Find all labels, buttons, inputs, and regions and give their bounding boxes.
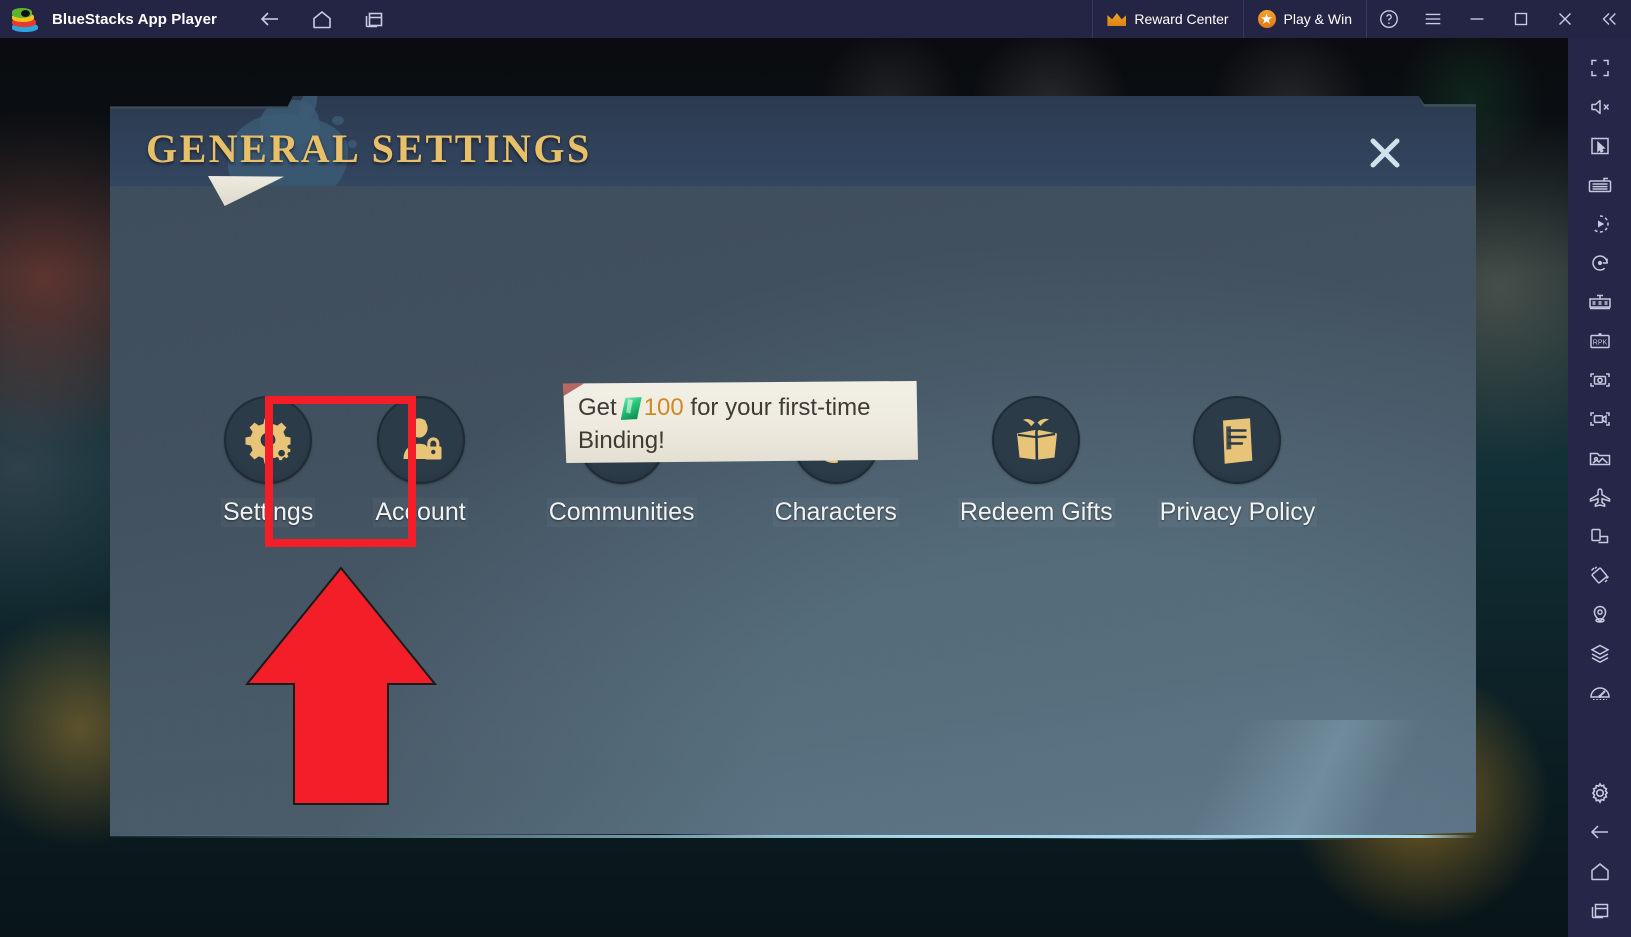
bluestacks-sidebar: RPK bbox=[1568, 38, 1631, 937]
red-up-arrow bbox=[244, 566, 438, 806]
close-icon[interactable] bbox=[1543, 0, 1587, 38]
menu-item-settings[interactable]: Settings bbox=[221, 396, 315, 527]
first-time-binding-tooltip: Get 100 for your first-time Binding! bbox=[563, 381, 918, 463]
reward-center-label: Reward Center bbox=[1134, 11, 1229, 27]
tooltip-text: Get 100 for your first-time Binding! bbox=[578, 391, 910, 457]
sidebar-location[interactable] bbox=[1568, 594, 1631, 633]
sidebar-record[interactable] bbox=[1568, 399, 1631, 438]
sidebar-media-manager[interactable] bbox=[1568, 438, 1631, 477]
play-and-win-button[interactable]: Play & Win bbox=[1244, 0, 1366, 38]
home-icon[interactable] bbox=[309, 6, 335, 32]
back-arrow-icon[interactable] bbox=[257, 6, 283, 32]
reward-center-button[interactable]: Reward Center bbox=[1093, 0, 1242, 38]
ink-splash-decoration bbox=[295, 96, 321, 124]
menu-label: Settings bbox=[223, 498, 314, 526]
sidebar-mute[interactable] bbox=[1568, 87, 1631, 126]
hamburger-menu-icon[interactable] bbox=[1411, 0, 1455, 38]
sidebar-macro[interactable] bbox=[1568, 204, 1631, 243]
close-x-icon[interactable] bbox=[1362, 130, 1408, 176]
titlebar-nav bbox=[257, 6, 387, 32]
sidebar-keymapping[interactable] bbox=[1568, 165, 1631, 204]
menu-label: Account bbox=[375, 498, 466, 526]
sidebar-layers[interactable] bbox=[1568, 633, 1631, 672]
ink-splash-decoration bbox=[332, 116, 344, 125]
account-lock-icon bbox=[376, 396, 465, 484]
double-chevron-left-icon[interactable] bbox=[1587, 0, 1631, 38]
sidebar-rotate-screen[interactable] bbox=[1568, 516, 1631, 555]
sidebar-fullscreen[interactable] bbox=[1568, 48, 1631, 87]
menu-item-privacy-policy[interactable]: Privacy Policy bbox=[1158, 396, 1318, 527]
sidebar-eco-mode[interactable] bbox=[1568, 477, 1631, 516]
sidebar-rotate[interactable] bbox=[1568, 243, 1631, 282]
minimize-icon[interactable] bbox=[1455, 0, 1499, 38]
sidebar-settings[interactable] bbox=[1568, 773, 1631, 812]
sidebar-back[interactable] bbox=[1568, 812, 1631, 851]
star-badge-icon bbox=[1257, 10, 1276, 28]
page-title: GENERAL SETTINGS bbox=[146, 126, 592, 171]
multi-instance-icon[interactable] bbox=[361, 6, 387, 32]
sidebar-shake[interactable] bbox=[1568, 555, 1631, 594]
bluestacks-logo-icon bbox=[12, 6, 38, 32]
tooltip-suffix: for your first-time Binding! bbox=[578, 394, 871, 454]
tooltip-prefix: Get bbox=[578, 394, 617, 421]
bluestacks-window: BlueStacks App Player Reward Center Play… bbox=[0, 0, 1631, 937]
svg-text:RPK: RPK bbox=[1592, 339, 1607, 346]
title-bar: BlueStacks App Player Reward Center Play… bbox=[0, 0, 1631, 38]
app-title: BlueStacks App Player bbox=[52, 10, 217, 28]
sidebar-cursor-control[interactable] bbox=[1568, 126, 1631, 165]
panel-underline bbox=[110, 835, 1476, 838]
titlebar-right-controls: Reward Center Play & Win bbox=[1092, 0, 1631, 38]
green-gem-icon bbox=[620, 397, 642, 420]
crown-icon bbox=[1107, 13, 1127, 26]
tooltip-gem-count: 100 bbox=[643, 394, 684, 421]
menu-label: Communities bbox=[548, 498, 695, 526]
sidebar-recent-apps[interactable] bbox=[1568, 890, 1631, 929]
sidebar-home[interactable] bbox=[1568, 851, 1631, 890]
menu-label: Characters bbox=[774, 498, 897, 526]
help-circle-icon[interactable] bbox=[1367, 0, 1411, 38]
menu-item-redeem-gifts[interactable]: Redeem Gifts bbox=[958, 396, 1115, 527]
gift-icon bbox=[992, 396, 1081, 484]
sidebar-sync[interactable] bbox=[1568, 282, 1631, 321]
maximize-icon[interactable] bbox=[1499, 0, 1543, 38]
sidebar-screenshot[interactable] bbox=[1568, 360, 1631, 399]
document-icon bbox=[1193, 396, 1282, 484]
play-and-win-label: Play & Win bbox=[1283, 11, 1352, 27]
sidebar-performance[interactable] bbox=[1568, 672, 1631, 711]
menu-item-account[interactable]: Account bbox=[373, 396, 467, 527]
sidebar-install-apk[interactable]: RPK bbox=[1568, 321, 1631, 360]
gear-icon bbox=[224, 396, 313, 484]
menu-label: Privacy Policy bbox=[1159, 498, 1316, 526]
menu-label: Redeem Gifts bbox=[959, 498, 1113, 526]
